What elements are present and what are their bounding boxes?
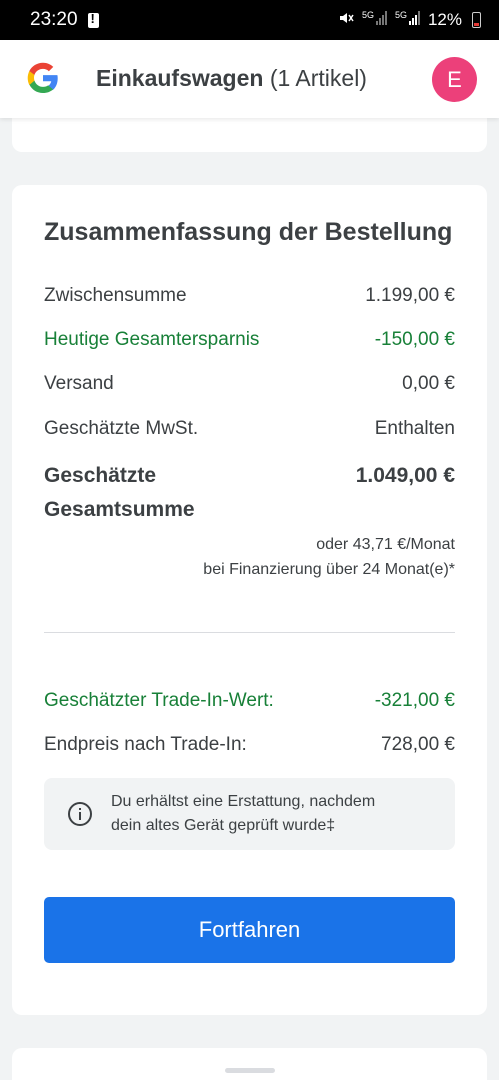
- mute-icon: [338, 10, 354, 31]
- financing-info: oder 43,71 €/Monat bei Finanzierung über…: [203, 532, 455, 582]
- tax-row: Geschätzte MwSt. Enthalten: [44, 418, 455, 440]
- savings-label: Heutige Gesamtersparnis: [44, 329, 260, 350]
- final-price-value: 728,00 €: [381, 734, 455, 755]
- status-icons: 5G 5G 12%: [338, 10, 481, 31]
- shipping-row: Versand 0,00 €: [44, 373, 455, 395]
- shipping-label: Versand: [44, 373, 114, 394]
- signal-icon: 5G: [362, 10, 387, 30]
- drag-handle[interactable]: [225, 1068, 275, 1073]
- savings-value: -150,00 €: [374, 329, 455, 350]
- trade-in-value: -321,00 €: [374, 690, 455, 711]
- status-bar: 23:20 5G 5G 12%: [0, 0, 499, 40]
- battery-icon: [472, 12, 481, 28]
- battery-percent: 12%: [427, 10, 462, 29]
- final-price-row: Endpreis nach Trade-In: 728,00 €: [44, 734, 455, 756]
- total-row: Geschätzte Gesamtsumme 1.049,00 €: [44, 459, 455, 527]
- subtotal-row: Zwischensumme 1.199,00 €: [44, 285, 455, 307]
- shipping-value: 0,00 €: [402, 373, 455, 394]
- financing-term: bei Finanzierung über 24 Monat(e)*: [203, 561, 455, 578]
- continue-button[interactable]: Fortfahren: [44, 897, 455, 963]
- total-label: Geschätzte Gesamtsumme: [44, 464, 195, 521]
- savings-row: Heutige Gesamtersparnis -150,00 €: [44, 329, 455, 351]
- divider: [44, 632, 455, 633]
- page-title-main: Einkaufswagen: [96, 65, 264, 91]
- cart-count: (1 Artikel): [269, 65, 367, 91]
- next-card: [12, 1048, 487, 1080]
- financing-monthly: oder 43,71 €/Monat: [316, 536, 455, 553]
- total-value: 1.049,00 €: [355, 464, 455, 487]
- status-time: 23:20: [30, 9, 78, 30]
- final-price-label: Endpreis nach Trade-In:: [44, 734, 247, 755]
- google-logo-icon[interactable]: [25, 60, 61, 96]
- refund-info-box: Du erhältst eine Erstattung, nachdem dei…: [44, 778, 455, 850]
- refund-info-text: Du erhältst eine Erstattung, nachdem dei…: [111, 790, 441, 838]
- order-summary-card: [12, 185, 487, 1015]
- trade-in-value-label: Geschätzter Trade-In-Wert:: [44, 690, 274, 711]
- trade-in-value-row: Geschätzter Trade-In-Wert: -321,00 €: [44, 690, 455, 712]
- info-icon: [68, 802, 92, 826]
- app-bar: Einkaufswagen (1 Artikel) E: [0, 40, 499, 118]
- order-summary-title: Zusammenfassung der Bestellung: [44, 218, 453, 246]
- alert-icon: [87, 11, 99, 28]
- avatar[interactable]: E: [432, 57, 477, 102]
- page-title: Einkaufswagen (1 Artikel): [96, 65, 367, 92]
- subtotal-label: Zwischensumme: [44, 285, 187, 306]
- tax-label: Geschätzte MwSt.: [44, 418, 199, 439]
- signal-icon: 5G: [395, 10, 420, 30]
- subtotal-value: 1.199,00 €: [365, 285, 455, 306]
- tax-value: Enthalten: [374, 418, 455, 439]
- refund-info-line-1: Du erhältst eine Erstattung, nachdem: [111, 793, 376, 810]
- refund-info-line-2: dein altes Gerät geprüft wurde‡: [111, 817, 336, 834]
